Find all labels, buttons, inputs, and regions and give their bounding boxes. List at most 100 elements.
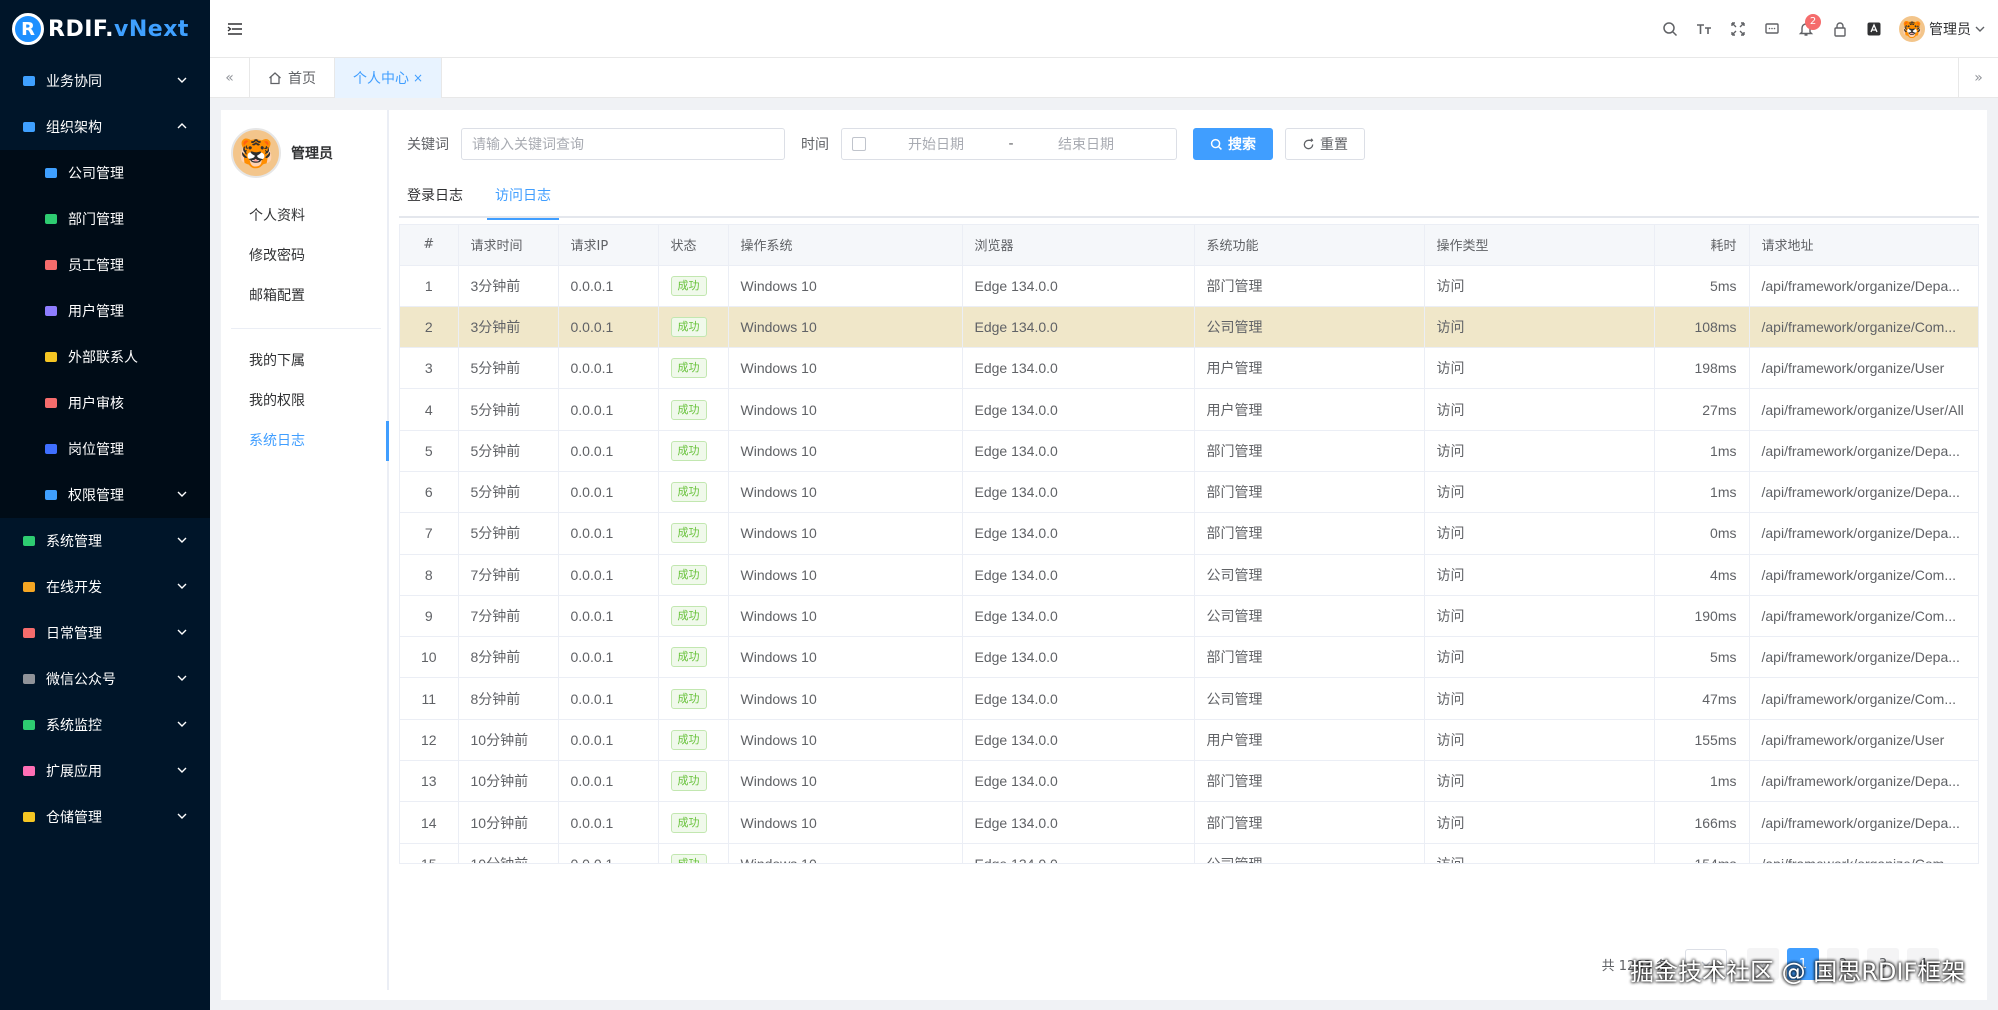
avatar[interactable]: 🐯 xyxy=(231,128,281,178)
sidebar-item-1[interactable]: 组织架构 xyxy=(0,104,210,150)
table-cell: 访问 xyxy=(1424,306,1655,349)
table-row[interactable]: 7 5分钟前 0.0.0.1 成功 Windows 10 Edge 134.0.0 部门管理… xyxy=(400,512,1978,555)
table-cell: 访问 xyxy=(1424,471,1655,514)
table-cell: 5 xyxy=(400,430,459,472)
sidebar-item-2[interactable]: 系统管理 xyxy=(0,518,210,564)
sidebar-subitem-3[interactable]: 用户管理 xyxy=(0,288,210,334)
chevron-down-icon xyxy=(177,583,187,589)
table-row[interactable]: 6 5分钟前 0.0.0.1 成功 Windows 10 Edge 134.0.0 部门管理… xyxy=(400,471,1978,514)
table-row[interactable]: 11 8分钟前 0.0.0.1 成功 Windows 10 Edge 134.0.0 公司管… xyxy=(400,677,1978,720)
table-row[interactable]: 14 10分钟前 0.0.0.1 成功 Windows 10 Edge 134.0.0 部门… xyxy=(400,801,1978,844)
table-cell: 5ms xyxy=(1654,636,1750,679)
table-cell: 访问 xyxy=(1424,554,1655,596)
table-cell: 198ms xyxy=(1654,347,1750,390)
sidebar-item-3[interactable]: 在线开发 xyxy=(0,564,210,610)
table-row[interactable]: 5 5分钟前 0.0.0.1 成功 Windows 10 Edge 134.0.0 部门管理… xyxy=(400,430,1978,472)
table-cell: 0.0.0.1 xyxy=(558,595,659,638)
user-dropdown[interactable]: 🐯 管理员 xyxy=(1899,16,1986,42)
table-row[interactable]: 12 10分钟前 0.0.0.1 成功 Windows 10 Edge 134.0.0 用户… xyxy=(400,719,1978,762)
chevron-up-icon xyxy=(177,123,187,129)
close-icon[interactable]: × xyxy=(413,71,423,85)
table-cell: Edge 134.0.0 xyxy=(962,636,1195,679)
chevron-down-icon xyxy=(177,491,187,497)
tab-scroll-right-icon[interactable]: » xyxy=(1958,58,1998,98)
table-row[interactable]: 1 3分钟前 0.0.0.1 成功 Windows 10 Edge 134.0.0 部门管理… xyxy=(400,265,1978,307)
lock-icon[interactable] xyxy=(1823,12,1857,46)
search-icon[interactable] xyxy=(1653,12,1687,46)
end-date-input[interactable]: 结束日期 xyxy=(1026,134,1146,154)
table-cell: 0.0.0.1 xyxy=(558,306,659,349)
table-row[interactable]: 8 7分钟前 0.0.0.1 成功 Windows 10 Edge 134.0.0 公司管理… xyxy=(400,554,1978,596)
employee-icon xyxy=(42,256,60,274)
table-cell: Edge 134.0.0 xyxy=(962,512,1195,555)
profile-menu-permissions[interactable]: 我的权限 xyxy=(221,381,387,421)
fullscreen-icon[interactable] xyxy=(1721,12,1755,46)
table-cell: 0.0.0.1 xyxy=(558,430,659,472)
table-row[interactable]: 10 8分钟前 0.0.0.1 成功 Windows 10 Edge 134.0.0 部门管… xyxy=(400,636,1978,679)
sidebar-item-4[interactable]: 日常管理 xyxy=(0,610,210,656)
table-row[interactable]: 3 5分钟前 0.0.0.1 成功 Windows 10 Edge 134.0.0 用户管理… xyxy=(400,347,1978,390)
table-row[interactable]: 13 10分钟前 0.0.0.1 成功 Windows 10 Edge 134.0.0 部门… xyxy=(400,760,1978,803)
sidebar-subitem-4[interactable]: 外部联系人 xyxy=(0,334,210,380)
profile-menu-email[interactable]: 邮箱配置 xyxy=(221,276,387,316)
profile-menu-password[interactable]: 修改密码 xyxy=(221,236,387,276)
tab-personal-center[interactable]: 个人中心 × xyxy=(335,58,443,98)
table-cell: 5ms xyxy=(1654,265,1750,307)
sidebar-item-7[interactable]: 扩展应用 xyxy=(0,748,210,794)
reset-button[interactable]: 重置 xyxy=(1285,128,1365,160)
table-cell: 7分钟前 xyxy=(458,554,559,596)
sidebar-subitem-0[interactable]: 公司管理 xyxy=(0,150,210,196)
table-cell: 公司管理 xyxy=(1194,306,1425,349)
sidebar-item-6[interactable]: 系统监控 xyxy=(0,702,210,748)
profile-menu-system-log[interactable]: 系统日志 xyxy=(221,421,389,461)
table-cell: 3 xyxy=(400,347,459,390)
sidebar-subitem-2[interactable]: 员工管理 xyxy=(0,242,210,288)
date-range-picker[interactable]: 开始日期 - 结束日期 xyxy=(841,128,1177,160)
profile-menu-subordinates[interactable]: 我的下属 xyxy=(221,341,387,381)
table-cell: 成功 xyxy=(658,430,729,472)
status-badge: 成功 xyxy=(670,523,707,544)
translate-icon[interactable] xyxy=(1857,12,1891,46)
sidebar-item-label: 日常管理 xyxy=(46,626,102,642)
sidebar-item-label: 业务协同 xyxy=(46,74,102,90)
logo-mark: R xyxy=(12,13,44,45)
logo-text-b: vNext xyxy=(114,16,189,42)
tab-home[interactable]: 首页 xyxy=(250,58,335,98)
sidebar-item-5[interactable]: 微信公众号 xyxy=(0,656,210,702)
calendar-icon xyxy=(852,137,866,151)
sidebar-item-label: 仓储管理 xyxy=(46,810,102,826)
table-cell: 5分钟前 xyxy=(458,512,559,555)
tab-login-log[interactable]: 登录日志 xyxy=(399,174,471,218)
logo[interactable]: R RDIF.vNext xyxy=(0,0,210,58)
sidebar: R RDIF.vNext 业务协同组织架构 公司管理 部门管理 员工管理 用户管理 外部联… xyxy=(0,0,210,1010)
table-row[interactable]: 4 5分钟前 0.0.0.1 成功 Windows 10 Edge 134.0.0 用户管理… xyxy=(400,388,1978,431)
table-row[interactable]: 15 10分钟前 0.0.0.1 成功 Windows 10 Edge 134.0.0 公司… xyxy=(400,843,1978,863)
menu-toggle-icon[interactable] xyxy=(226,20,244,38)
message-icon[interactable] xyxy=(1755,12,1789,46)
font-size-icon[interactable] xyxy=(1687,12,1721,46)
sidebar-subitem-5[interactable]: 用户审核 xyxy=(0,380,210,426)
status-badge: 成功 xyxy=(670,482,707,503)
keyword-input[interactable]: 请输入关键词查询 xyxy=(461,128,785,160)
bell-icon[interactable]: 2 xyxy=(1789,12,1823,46)
chevron-down-icon xyxy=(1975,26,1985,32)
table-cell: 部门管理 xyxy=(1194,430,1425,472)
profile-menu-info[interactable]: 个人资料 xyxy=(221,196,387,236)
sidebar-subitem-6[interactable]: 岗位管理 xyxy=(0,426,210,472)
table-cell: /api/framework/organize/Depa... xyxy=(1749,760,1978,803)
sidebar-subitem-7[interactable]: 权限管理 xyxy=(0,472,210,518)
sidebar-subitem-1[interactable]: 部门管理 xyxy=(0,196,210,242)
table-cell: Windows 10 xyxy=(728,388,963,431)
table-row[interactable]: 2 3分钟前 0.0.0.1 成功 Windows 10 Edge 134.0.0 公司管理… xyxy=(400,306,1978,349)
table-cell: 11 xyxy=(400,677,459,720)
table-cell: 访问 xyxy=(1424,801,1655,844)
table-cell: 0.0.0.1 xyxy=(558,512,659,555)
tab-scroll-left-icon[interactable]: « xyxy=(210,58,250,98)
search-button[interactable]: 搜索 xyxy=(1193,128,1273,160)
tab-access-log[interactable]: 访问日志 xyxy=(487,174,559,220)
start-date-input[interactable]: 开始日期 xyxy=(876,134,996,154)
sidebar-item-8[interactable]: 仓储管理 xyxy=(0,794,210,840)
table-cell: 0.0.0.1 xyxy=(558,636,659,679)
sidebar-item-0[interactable]: 业务协同 xyxy=(0,58,210,104)
table-row[interactable]: 9 7分钟前 0.0.0.1 成功 Windows 10 Edge 134.0.0 公司管理… xyxy=(400,595,1978,638)
